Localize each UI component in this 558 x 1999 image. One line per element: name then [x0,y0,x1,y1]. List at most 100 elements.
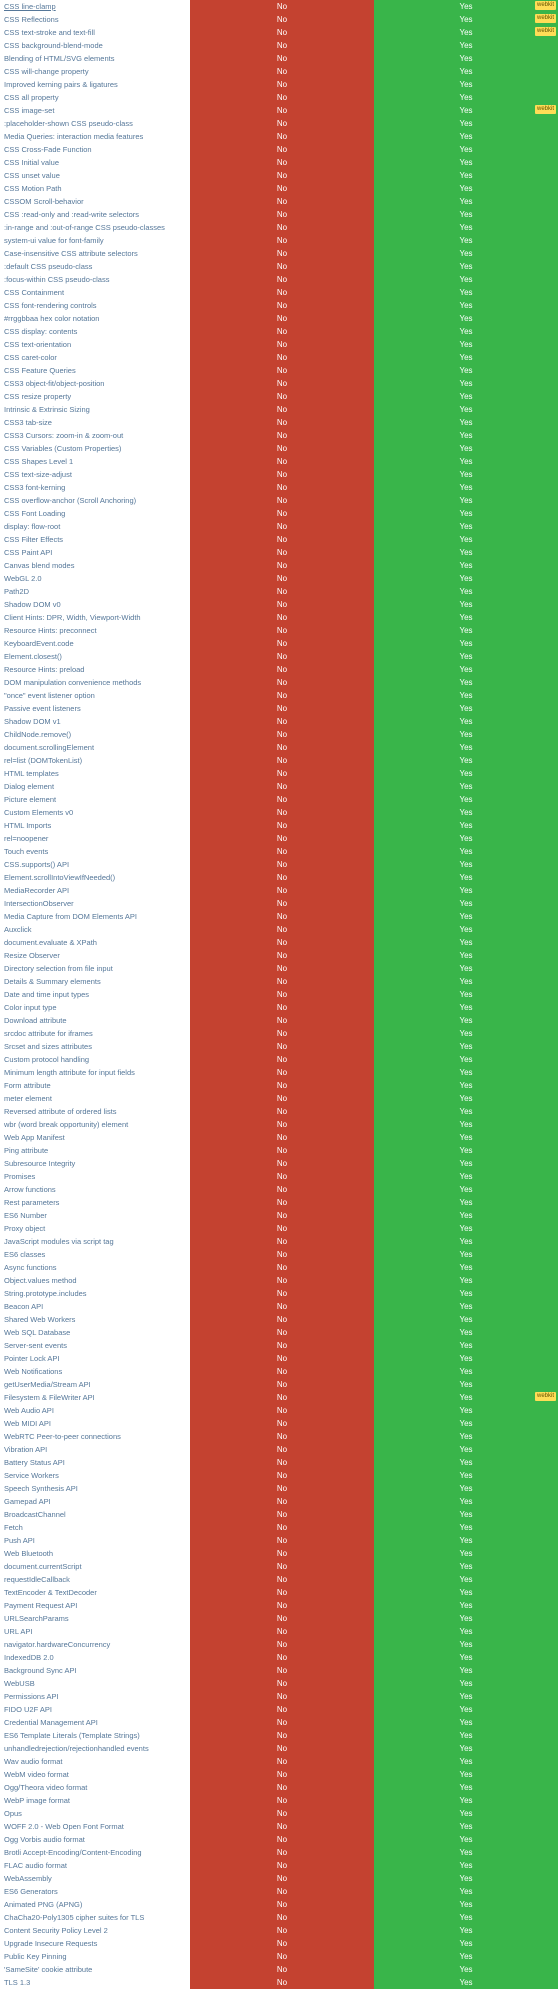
feature-name[interactable]: Details & Summary elements [0,975,190,988]
feature-name[interactable]: Web App Manifest [0,1131,190,1144]
feature-name[interactable]: CSS text-size-adjust [0,468,190,481]
feature-name[interactable]: MediaRecorder API [0,884,190,897]
feature-name[interactable]: JavaScript modules via script tag [0,1235,190,1248]
feature-name[interactable]: ES6 Generators [0,1885,190,1898]
feature-name[interactable]: #rrggbbaa hex color notation [0,312,190,325]
feature-name[interactable]: Credential Management API [0,1716,190,1729]
feature-name[interactable]: 'SameSite' cookie attribute [0,1963,190,1976]
feature-name[interactable]: Dialog element [0,780,190,793]
feature-name[interactable]: CSS text-stroke and text-fill [0,26,190,39]
feature-name[interactable]: Download attribute [0,1014,190,1027]
feature-name[interactable]: TLS 1.3 [0,1976,190,1989]
feature-name[interactable]: Form attribute [0,1079,190,1092]
feature-name[interactable]: CSS Filter Effects [0,533,190,546]
feature-name[interactable]: meter element [0,1092,190,1105]
feature-name[interactable]: CSS :read-only and :read-write selectors [0,208,190,221]
feature-name[interactable]: ES6 Template Literals (Template Strings) [0,1729,190,1742]
feature-name[interactable]: HTML templates [0,767,190,780]
feature-name[interactable]: Touch events [0,845,190,858]
feature-name[interactable]: CSS3 Cursors: zoom-in & zoom-out [0,429,190,442]
feature-name[interactable]: CSS Shapes Level 1 [0,455,190,468]
feature-name[interactable]: CSS text-orientation [0,338,190,351]
feature-name[interactable]: ES6 Number [0,1209,190,1222]
feature-name[interactable]: Resource Hints: preconnect [0,624,190,637]
feature-name[interactable]: Shadow DOM v1 [0,715,190,728]
feature-name[interactable]: Picture element [0,793,190,806]
feature-name[interactable]: WebUSB [0,1677,190,1690]
feature-name[interactable]: Ogg Vorbis audio format [0,1833,190,1846]
feature-name[interactable]: CSSOM Scroll-behavior [0,195,190,208]
feature-name[interactable]: CSS Containment [0,286,190,299]
feature-name[interactable]: FIDO U2F API [0,1703,190,1716]
feature-name[interactable]: Upgrade Insecure Requests [0,1937,190,1950]
feature-name[interactable]: Srcset and sizes attributes [0,1040,190,1053]
feature-name[interactable]: IntersectionObserver [0,897,190,910]
feature-name[interactable]: Opus [0,1807,190,1820]
feature-name[interactable]: CSS Feature Queries [0,364,190,377]
feature-name[interactable]: Server-sent events [0,1339,190,1352]
feature-name[interactable]: Brotli Accept-Encoding/Content-Encoding [0,1846,190,1859]
feature-name[interactable]: CSS background-blend-mode [0,39,190,52]
feature-name[interactable]: HTML Imports [0,819,190,832]
feature-name[interactable]: "once" event listener option [0,689,190,702]
feature-name[interactable]: document.scrollingElement [0,741,190,754]
feature-name[interactable]: Custom Elements v0 [0,806,190,819]
feature-name[interactable]: CSS image-set [0,104,190,117]
feature-name[interactable]: system-ui value for font-family [0,234,190,247]
feature-name[interactable]: CSS caret-color [0,351,190,364]
feature-name[interactable]: CSS font-rendering controls [0,299,190,312]
feature-name[interactable]: FLAC audio format [0,1859,190,1872]
feature-name[interactable]: rel=noopener [0,832,190,845]
feature-name[interactable]: ChildNode.remove() [0,728,190,741]
feature-name[interactable]: CSS3 font-kerning [0,481,190,494]
feature-name[interactable]: ES6 classes [0,1248,190,1261]
feature-name[interactable]: WOFF 2.0 - Web Open Font Format [0,1820,190,1833]
feature-name[interactable]: Rest parameters [0,1196,190,1209]
feature-name[interactable]: getUserMedia/Stream API [0,1378,190,1391]
feature-name[interactable]: :placeholder-shown CSS pseudo-class [0,117,190,130]
feature-name[interactable]: Case-insensitive CSS attribute selectors [0,247,190,260]
feature-name[interactable]: ChaCha20-Poly1305 cipher suites for TLS [0,1911,190,1924]
feature-name[interactable]: Gamepad API [0,1495,190,1508]
feature-name[interactable]: CSS Paint API [0,546,190,559]
feature-name[interactable]: srcdoc attribute for iframes [0,1027,190,1040]
feature-name[interactable]: rel=list (DOMTokenList) [0,754,190,767]
feature-name[interactable]: :default CSS pseudo-class [0,260,190,273]
feature-name[interactable]: Vibration API [0,1443,190,1456]
feature-name[interactable]: CSS will-change property [0,65,190,78]
feature-name[interactable]: CSS all property [0,91,190,104]
feature-name[interactable]: Element.closest() [0,650,190,663]
feature-name[interactable]: CSS3 tab-size [0,416,190,429]
feature-name[interactable]: CSS Cross-Fade Function [0,143,190,156]
feature-name[interactable]: Resize Observer [0,949,190,962]
feature-name[interactable]: Auxclick [0,923,190,936]
feature-name[interactable]: BroadcastChannel [0,1508,190,1521]
feature-name[interactable]: Content Security Policy Level 2 [0,1924,190,1937]
feature-name[interactable]: navigator.hardwareConcurrency [0,1638,190,1651]
feature-name[interactable]: Public Key Pinning [0,1950,190,1963]
feature-name[interactable]: IndexedDB 2.0 [0,1651,190,1664]
feature-name[interactable]: CSS3 object-fit/object-position [0,377,190,390]
feature-name[interactable]: :in-range and :out-of-range CSS pseudo-c… [0,221,190,234]
feature-name[interactable]: CSS Font Loading [0,507,190,520]
feature-name[interactable]: wbr (word break opportunity) element [0,1118,190,1131]
feature-name[interactable]: WebP image format [0,1794,190,1807]
feature-name[interactable]: WebRTC Peer-to-peer connections [0,1430,190,1443]
feature-name[interactable]: Blending of HTML/SVG elements [0,52,190,65]
feature-name[interactable]: document.currentScript [0,1560,190,1573]
feature-name[interactable]: CSS Motion Path [0,182,190,195]
feature-name[interactable]: Shadow DOM v0 [0,598,190,611]
feature-name[interactable]: URLSearchParams [0,1612,190,1625]
feature-name[interactable]: Date and time input types [0,988,190,1001]
feature-name[interactable]: Async functions [0,1261,190,1274]
feature-name[interactable]: Filesystem & FileWriter API [0,1391,190,1404]
feature-name[interactable]: Intrinsic & Extrinsic Sizing [0,403,190,416]
feature-name[interactable]: Wav audio format [0,1755,190,1768]
feature-name[interactable]: Fetch [0,1521,190,1534]
feature-name[interactable]: DOM manipulation convenience methods [0,676,190,689]
feature-name[interactable]: String.prototype.includes [0,1287,190,1300]
feature-name[interactable]: Battery Status API [0,1456,190,1469]
feature-name[interactable]: CSS Reflections [0,13,190,26]
feature-name[interactable]: CSS resize property [0,390,190,403]
feature-name[interactable]: Client Hints: DPR, Width, Viewport-Width [0,611,190,624]
